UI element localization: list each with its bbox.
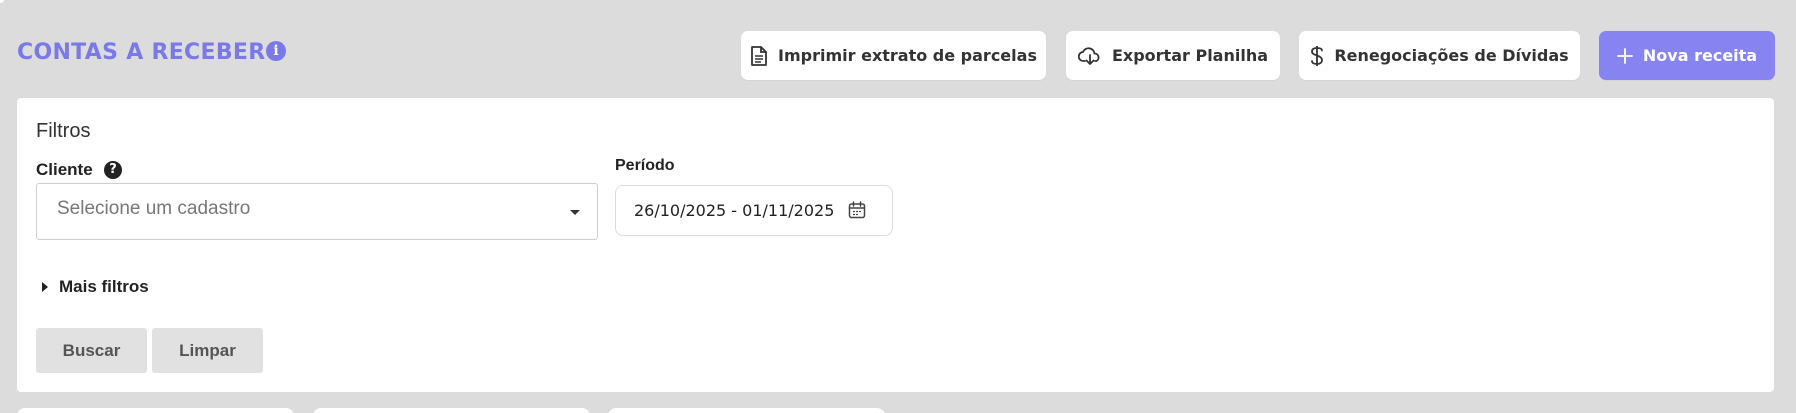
- calendar-icon: [848, 201, 866, 219]
- summary-card: [313, 408, 590, 413]
- export-spreadsheet-button[interactable]: Exportar Planilha: [1066, 31, 1280, 80]
- summary-card: [17, 408, 294, 413]
- cloud-download-icon: [1077, 46, 1100, 65]
- filters-panel: Filtros Cliente ? Selecione um cadastro …: [17, 98, 1774, 392]
- info-icon[interactable]: i: [266, 41, 286, 61]
- clear-button[interactable]: Limpar: [152, 328, 263, 373]
- page-header: CONTAS A RECEBER i Imprimir extrato de p…: [0, 0, 1796, 96]
- period-date-range-value: 26/10/2025 - 01/11/2025: [634, 201, 835, 220]
- page-title: CONTAS A RECEBER: [17, 40, 266, 65]
- chevron-down-icon: [570, 210, 580, 215]
- caret-right-icon: [42, 282, 48, 292]
- debt-renegotiation-label: Renegociações de Dívidas: [1334, 46, 1569, 65]
- plus-icon: [1617, 47, 1633, 64]
- summary-card: [608, 408, 885, 413]
- client-select[interactable]: Selecione um cadastro: [36, 183, 598, 240]
- period-date-range-input[interactable]: 26/10/2025 - 01/11/2025: [615, 185, 893, 236]
- export-spreadsheet-label: Exportar Planilha: [1111, 46, 1269, 65]
- question-circle-icon[interactable]: ?: [104, 161, 122, 179]
- dollar-icon: [1311, 45, 1324, 66]
- new-revenue-label: Nova receita: [1642, 46, 1758, 65]
- filters-title: Filtros: [36, 120, 91, 142]
- client-label: Cliente: [36, 160, 93, 179]
- new-revenue-button[interactable]: Nova receita: [1599, 31, 1775, 80]
- client-select-placeholder: Selecione um cadastro: [57, 198, 251, 219]
- print-installments-label: Imprimir extrato de parcelas: [778, 46, 1037, 65]
- more-filters-toggle[interactable]: Mais filtros: [42, 277, 149, 297]
- period-label: Período: [615, 157, 675, 174]
- document-icon: [751, 45, 767, 66]
- more-filters-label: Mais filtros: [59, 277, 149, 296]
- print-installments-button[interactable]: Imprimir extrato de parcelas: [741, 31, 1046, 80]
- search-button[interactable]: Buscar: [36, 328, 147, 373]
- debt-renegotiation-button[interactable]: Renegociações de Dívidas: [1299, 31, 1580, 80]
